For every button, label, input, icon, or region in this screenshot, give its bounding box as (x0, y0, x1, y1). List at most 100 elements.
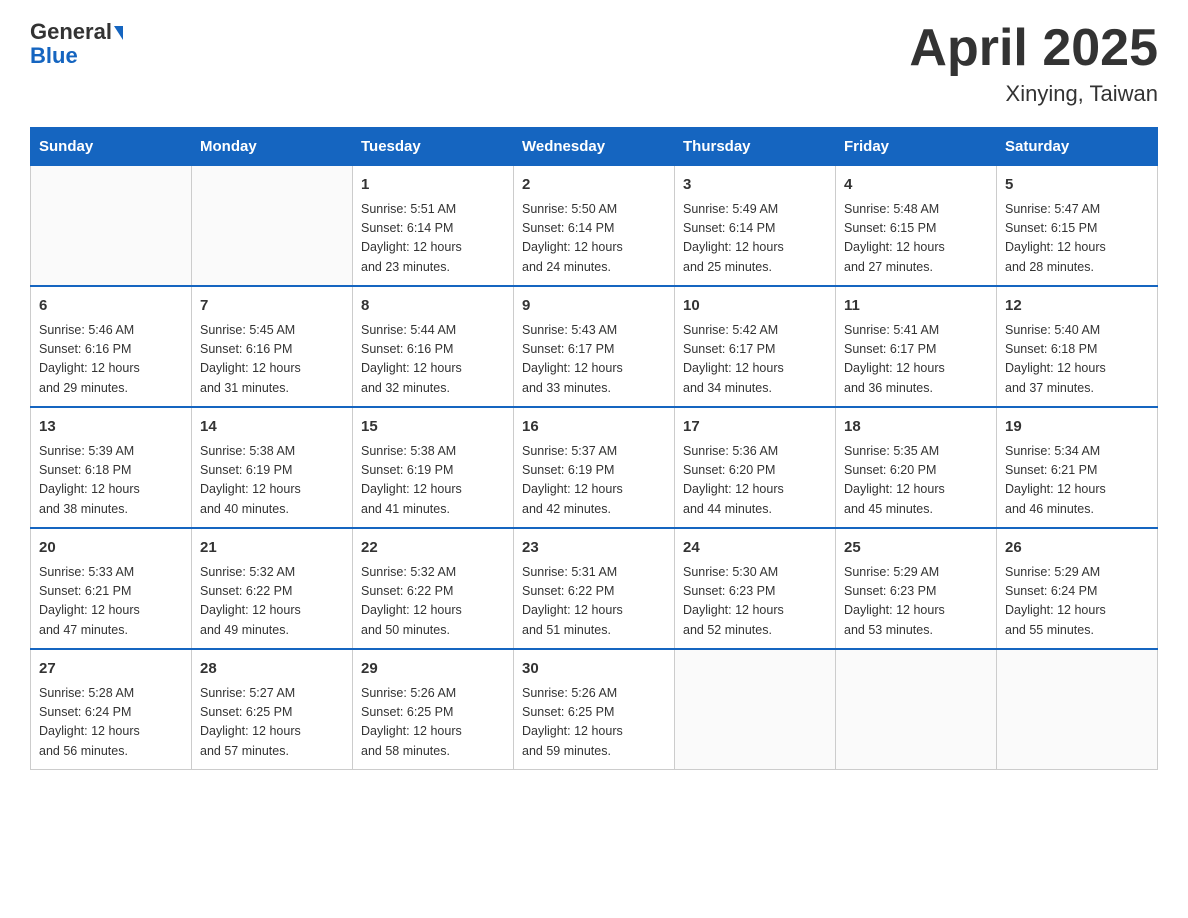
table-row: 28 Sunrise: 5:27 AM Sunset: 6:25 PM Dayli… (192, 649, 353, 770)
day-info: Sunrise: 5:50 AM Sunset: 6:14 PM Dayligh… (522, 200, 666, 278)
day-info: Sunrise: 5:46 AM Sunset: 6:16 PM Dayligh… (39, 321, 183, 399)
day-number: 24 (683, 537, 827, 560)
table-row: 5Sunrise: 5:47 AM Sunset: 6:15 PM Daylig… (997, 166, 1158, 287)
day-info: Sunrise: 5:48 AM Sunset: 6:15 PM Dayligh… (844, 200, 988, 278)
table-row: 30 Sunrise: 5:26 AM Sunset: 6:25 PM Dayli… (514, 649, 675, 770)
month-year-title: April 2025 (909, 20, 1158, 77)
day-info: Sunrise: 5:43 AM Sunset: 6:17 PM Dayligh… (522, 321, 666, 399)
day-info: Sunrise: 5:30 AM Sunset: 6:23 PM Dayligh… (683, 563, 827, 641)
day-number: 7 (200, 295, 344, 318)
day-info: Sunrise: 5:40 AM Sunset: 6:18 PM Dayligh… (1005, 321, 1149, 399)
day-number: 17 (683, 416, 827, 439)
calendar-week-row: 1 Sunrise: 5:51 AM Sunset: 6:14 PM Daylig… (31, 166, 1158, 287)
col-tuesday: Tuesday (353, 128, 514, 166)
day-info: Sunrise: 5:49 AM Sunset: 6:14 PM Dayligh… (683, 200, 827, 278)
col-sunday: Sunday (31, 128, 192, 166)
table-row: 26 Sunrise: 5:29 AM Sunset: 6:24 PM Dayli… (997, 528, 1158, 649)
day-number: 30 (522, 658, 666, 681)
table-row: 4 Sunrise: 5:48 AM Sunset: 6:15 PM Daylig… (836, 166, 997, 287)
day-number: 19 (1005, 416, 1149, 439)
logo-general-text: General (30, 19, 112, 44)
table-row: 15 Sunrise: 5:38 AM Sunset: 6:19 PM Dayli… (353, 407, 514, 528)
table-row: 24 Sunrise: 5:30 AM Sunset: 6:23 PM Dayli… (675, 528, 836, 649)
day-number: 15 (361, 416, 505, 439)
table-row: 9 Sunrise: 5:43 AM Sunset: 6:17 PM Daylig… (514, 286, 675, 407)
day-info: Sunrise: 5:39 AM Sunset: 6:18 PM Dayligh… (39, 442, 183, 520)
day-number: 8 (361, 295, 505, 318)
day-info: Sunrise: 5:29 AM Sunset: 6:23 PM Dayligh… (844, 563, 988, 641)
table-row: 16 Sunrise: 5:37 AM Sunset: 6:19 PM Dayli… (514, 407, 675, 528)
table-row: 23 Sunrise: 5:31 AM Sunset: 6:22 PM Dayli… (514, 528, 675, 649)
day-info: Sunrise: 5:38 AM Sunset: 6:19 PM Dayligh… (200, 442, 344, 520)
day-info: Sunrise: 5:45 AM Sunset: 6:16 PM Dayligh… (200, 321, 344, 399)
page-header: General Blue April 2025 Xinying, Taiwan (30, 20, 1158, 107)
day-info: Sunrise: 5:51 AM Sunset: 6:14 PM Dayligh… (361, 200, 505, 278)
table-row: 2 Sunrise: 5:50 AM Sunset: 6:14 PM Daylig… (514, 166, 675, 287)
table-row (997, 649, 1158, 770)
day-number: 12 (1005, 295, 1149, 318)
table-row (31, 166, 192, 287)
day-number: 29 (361, 658, 505, 681)
day-number: 23 (522, 537, 666, 560)
day-number: 1 (361, 174, 505, 197)
day-number: 22 (361, 537, 505, 560)
day-info: Sunrise: 5:44 AM Sunset: 6:16 PM Dayligh… (361, 321, 505, 399)
title-block: April 2025 Xinying, Taiwan (909, 20, 1158, 107)
day-number: 21 (200, 537, 344, 560)
day-number: 16 (522, 416, 666, 439)
table-row: 29 Sunrise: 5:26 AM Sunset: 6:25 PM Dayli… (353, 649, 514, 770)
day-number: 14 (200, 416, 344, 439)
logo: General Blue (30, 20, 123, 68)
col-thursday: Thursday (675, 128, 836, 166)
day-info: Sunrise: 5:36 AM Sunset: 6:20 PM Dayligh… (683, 442, 827, 520)
day-number: 10 (683, 295, 827, 318)
location-title: Xinying, Taiwan (909, 81, 1158, 107)
day-info: Sunrise: 5:32 AM Sunset: 6:22 PM Dayligh… (361, 563, 505, 641)
day-info: Sunrise: 5:32 AM Sunset: 6:22 PM Dayligh… (200, 563, 344, 641)
day-info: Sunrise: 5:31 AM Sunset: 6:22 PM Dayligh… (522, 563, 666, 641)
table-row: 14 Sunrise: 5:38 AM Sunset: 6:19 PM Dayli… (192, 407, 353, 528)
day-info: Sunrise: 5:26 AM Sunset: 6:25 PM Dayligh… (361, 684, 505, 762)
day-number: 2 (522, 174, 666, 197)
table-row: 1 Sunrise: 5:51 AM Sunset: 6:14 PM Daylig… (353, 166, 514, 287)
day-number: 25 (844, 537, 988, 560)
table-row: 11Sunrise: 5:41 AM Sunset: 6:17 PM Dayli… (836, 286, 997, 407)
day-info: Sunrise: 5:29 AM Sunset: 6:24 PM Dayligh… (1005, 563, 1149, 641)
table-row: 7 Sunrise: 5:45 AM Sunset: 6:16 PM Daylig… (192, 286, 353, 407)
calendar-table: Sunday Monday Tuesday Wednesday Thursday… (30, 127, 1158, 770)
table-row: 13Sunrise: 5:39 AM Sunset: 6:18 PM Dayli… (31, 407, 192, 528)
calendar-week-row: 27Sunrise: 5:28 AM Sunset: 6:24 PM Dayli… (31, 649, 1158, 770)
calendar-week-row: 13Sunrise: 5:39 AM Sunset: 6:18 PM Dayli… (31, 407, 1158, 528)
day-number: 4 (844, 174, 988, 197)
day-info: Sunrise: 5:38 AM Sunset: 6:19 PM Dayligh… (361, 442, 505, 520)
table-row: 20Sunrise: 5:33 AM Sunset: 6:21 PM Dayli… (31, 528, 192, 649)
day-info: Sunrise: 5:37 AM Sunset: 6:19 PM Dayligh… (522, 442, 666, 520)
col-saturday: Saturday (997, 128, 1158, 166)
calendar-week-row: 6 Sunrise: 5:46 AM Sunset: 6:16 PM Daylig… (31, 286, 1158, 407)
day-number: 3 (683, 174, 827, 197)
day-number: 18 (844, 416, 988, 439)
day-number: 6 (39, 295, 183, 318)
table-row: 6 Sunrise: 5:46 AM Sunset: 6:16 PM Daylig… (31, 286, 192, 407)
day-info: Sunrise: 5:27 AM Sunset: 6:25 PM Dayligh… (200, 684, 344, 762)
day-number: 28 (200, 658, 344, 681)
calendar-week-row: 20Sunrise: 5:33 AM Sunset: 6:21 PM Dayli… (31, 528, 1158, 649)
table-row: 10Sunrise: 5:42 AM Sunset: 6:17 PM Dayli… (675, 286, 836, 407)
table-row: 18 Sunrise: 5:35 AM Sunset: 6:20 PM Dayli… (836, 407, 997, 528)
table-row: 12 Sunrise: 5:40 AM Sunset: 6:18 PM Dayli… (997, 286, 1158, 407)
table-row: 8 Sunrise: 5:44 AM Sunset: 6:16 PM Daylig… (353, 286, 514, 407)
table-row: 25 Sunrise: 5:29 AM Sunset: 6:23 PM Dayli… (836, 528, 997, 649)
table-row (675, 649, 836, 770)
day-number: 26 (1005, 537, 1149, 560)
day-info: Sunrise: 5:26 AM Sunset: 6:25 PM Dayligh… (522, 684, 666, 762)
day-number: 5 (1005, 174, 1149, 197)
day-info: Sunrise: 5:35 AM Sunset: 6:20 PM Dayligh… (844, 442, 988, 520)
day-info: Sunrise: 5:41 AM Sunset: 6:17 PM Dayligh… (844, 321, 988, 399)
table-row: 19Sunrise: 5:34 AM Sunset: 6:21 PM Dayli… (997, 407, 1158, 528)
day-number: 9 (522, 295, 666, 318)
day-number: 20 (39, 537, 183, 560)
table-row: 22 Sunrise: 5:32 AM Sunset: 6:22 PM Dayli… (353, 528, 514, 649)
day-info: Sunrise: 5:28 AM Sunset: 6:24 PM Dayligh… (39, 684, 183, 762)
calendar-header-row: Sunday Monday Tuesday Wednesday Thursday… (31, 128, 1158, 166)
table-row (192, 166, 353, 287)
